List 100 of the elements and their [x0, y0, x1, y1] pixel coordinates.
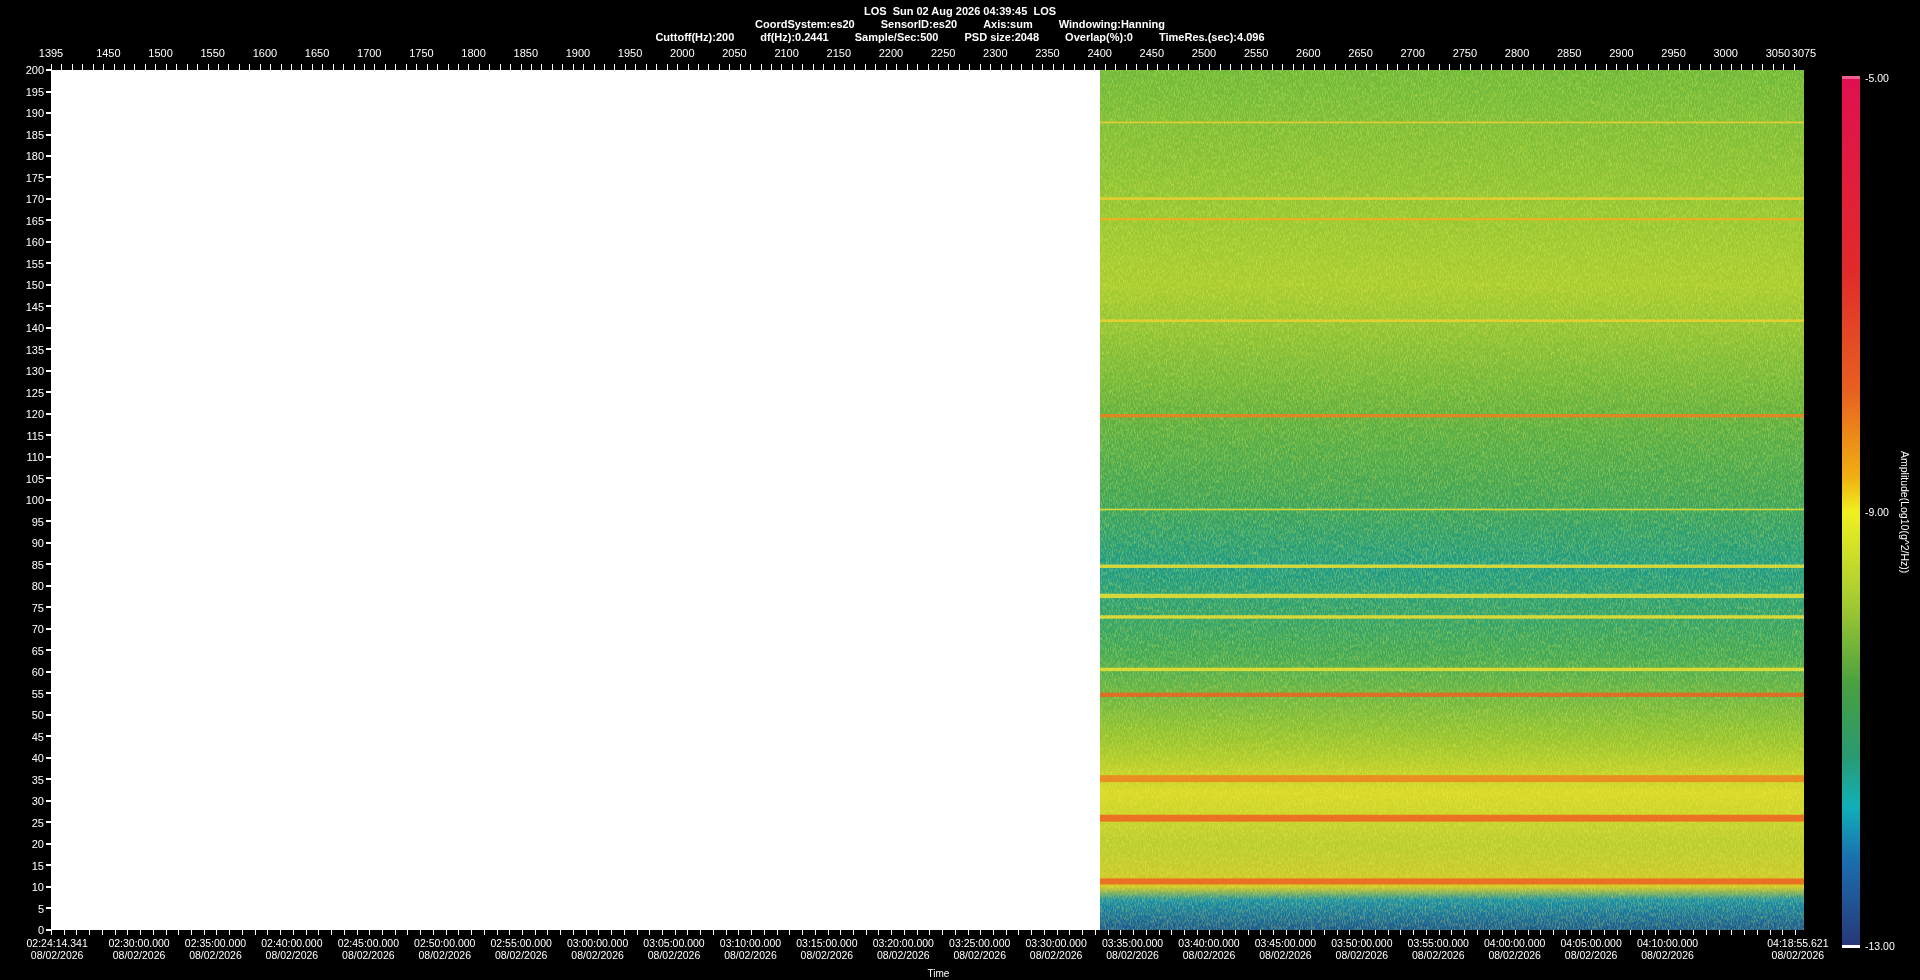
axis-tick-label: 2750 [1452, 47, 1478, 59]
axis-tick-label: 04:00:00.000 08/02/2026 [1484, 937, 1546, 961]
parameter-label: TimeRes.(sec):4.096 [1158, 31, 1265, 44]
axis-tick-label: 165 [25, 214, 44, 227]
axis-tick-label: 1650 [304, 47, 330, 59]
axis-tick-label: 1450 [96, 47, 121, 59]
axis-tick-label: 03:40:00.000 08/02/2026 [1178, 937, 1240, 961]
axis-tick-label: 1800 [461, 47, 486, 59]
parameter-label: Sample/Sec:500 [854, 31, 939, 44]
axis-tick-label: 55 [31, 687, 44, 700]
axis-tick-label: 02:45:00.000 08/02/2026 [337, 937, 399, 961]
axis-tick-label: 2450 [1139, 47, 1165, 59]
axis-tick-label: 15 [31, 859, 44, 872]
axis-tick-label: 195 [25, 85, 44, 98]
chart-title: LOS Sun 02 Aug 2026 04:39:45 LOS [863, 5, 1057, 18]
axis-tick-label: 02:55:00.000 08/02/2026 [490, 937, 552, 961]
axis-tick-label: 20 [31, 838, 44, 850]
axis-tick-label: 1700 [357, 47, 382, 59]
axis-tick-label: 2550 [1243, 47, 1269, 59]
axis-tick-label: 130 [25, 365, 44, 377]
axis-tick-label: 40 [31, 752, 44, 764]
parameter-label: Axis:sum [983, 18, 1033, 31]
axis-tick-label: 85 [31, 558, 44, 571]
axis-tick-label: 1500 [148, 47, 173, 59]
axis-tick-label: 145 [25, 300, 44, 313]
axis-tick-label: 5 [37, 902, 44, 915]
axis-title: Time [927, 968, 950, 979]
axis-tick-label: 2850 [1557, 47, 1582, 59]
axis-tick-label: 02:30:00.000 08/02/2026 [108, 937, 170, 961]
axis-tick-label: 2650 [1348, 47, 1373, 59]
axis-tick-label: 2150 [826, 47, 852, 59]
axis-tick-label: 120 [25, 408, 44, 420]
axis-tick-label: 3050 [1765, 47, 1791, 59]
axis-tick-label: 3000 [1713, 47, 1738, 59]
axis-tick-label: 1950 [617, 47, 643, 59]
axis-tick-label: 1900 [565, 47, 591, 59]
axis-tick-label: 175 [25, 171, 44, 184]
axis-tick-label: 2900 [1609, 47, 1634, 59]
axis-tick-label: 3075 [1791, 47, 1817, 59]
axis-tick-label: 04:10:00.000 08/02/2026 [1636, 937, 1699, 961]
axis-tick-label: 2350 [1035, 47, 1060, 59]
axis-tick-label: 155 [25, 257, 44, 270]
axis-tick-label: 2400 [1087, 47, 1112, 59]
axis-tick-label: 03:35:00.000 08/02/2026 [1101, 937, 1164, 961]
axis-tick-label: 45 [31, 730, 44, 743]
colorbar-mid-label: -9.00 [1865, 506, 1890, 518]
axis-tick-label: 03:25:00.000 08/02/2026 [949, 937, 1011, 961]
axis-tick-label: 70 [31, 623, 44, 635]
axis-tick-label: 03:05:00.000 08/02/2026 [643, 937, 705, 961]
colorbar-max-label: -5.00 [1865, 72, 1890, 84]
axis-tick-label: 200 [25, 64, 44, 76]
axis-tick-label: 2000 [670, 47, 695, 59]
axis-tick-label: 65 [31, 644, 44, 657]
axis-tick-label: 2950 [1661, 47, 1686, 59]
colorbar-title: Amplitude(Log10(g^2/Hz)) [1898, 450, 1911, 574]
parameter-label: Windowing:Hanning [1058, 18, 1165, 31]
axis-tick-label: 80 [31, 580, 44, 592]
axis-tick-label: 1750 [409, 47, 434, 59]
axis-tick-label: 190 [25, 107, 44, 119]
parameter-label: df(Hz):0.2441 [760, 31, 829, 44]
axis-tick-label: 02:24:14.341 08/02/2026 [26, 937, 88, 961]
axis-tick-label: 185 [25, 128, 44, 141]
axis-tick-label: 2700 [1400, 47, 1425, 59]
parameter-label: SensorID:es20 [880, 18, 958, 31]
axis-tick-label: 03:45:00.000 08/02/2026 [1254, 937, 1317, 961]
axis-tick-label: 100 [25, 494, 44, 506]
axis-tick-label: 50 [31, 709, 44, 721]
axis-tick-label: 03:10:00.000 08/02/2026 [719, 937, 782, 961]
axis-tick-label: 75 [31, 601, 44, 614]
axis-tick-label: 10 [31, 881, 44, 893]
axis-tick-label: 0 [37, 924, 44, 936]
axis-tick-label: 95 [31, 515, 44, 528]
axis-tick-label: 60 [31, 666, 44, 678]
axis-tick-label: 03:55:00.000 08/02/2026 [1407, 937, 1469, 961]
axis-tick-label: 2250 [930, 47, 956, 59]
axis-tick-label: 03:15:00.000 08/02/2026 [796, 937, 858, 961]
axis-tick-label: 170 [25, 193, 44, 205]
axis-tick-label: 03:30:00.000 08/02/2026 [1025, 937, 1087, 961]
axis-tick-label: 1550 [200, 47, 225, 59]
axis-tick-label: 35 [31, 773, 44, 786]
axis-tick-label: 110 [26, 451, 44, 463]
axis-tick-label: 2600 [1296, 47, 1321, 59]
colorbar-min-label: -13.00 [1865, 940, 1895, 952]
axis-tick-label: 1600 [252, 47, 278, 59]
axis-tick-label: 30 [31, 795, 44, 807]
parameter-label: PSD size:2048 [964, 31, 1040, 44]
axis-tick-label: 04:05:00.000 08/02/2026 [1560, 937, 1622, 961]
axis-tick-label: 02:50:00.000 08/02/2026 [414, 937, 476, 961]
parameter-label: Cuttoff(Hz):200 [655, 31, 735, 44]
axis-tick-label: 02:40:00.000 08/02/2026 [261, 937, 323, 961]
axis-tick-label: 105 [25, 472, 44, 485]
parameter-label: Overlap(%):0 [1065, 31, 1133, 44]
axis-tick-label: 04:18:55.621 08/02/2026 [1767, 937, 1829, 961]
axis-tick-label: 150 [25, 279, 44, 291]
axis-tick-label: 03:00:00.000 08/02/2026 [566, 937, 629, 961]
axis-tick-label: 02:35:00.000 08/02/2026 [184, 937, 247, 961]
axis-tick-label: 160 [25, 236, 44, 248]
axis-tick-label: 90 [31, 537, 44, 549]
axis-tick-label: 115 [26, 429, 44, 442]
axis-tick-label: 135 [25, 343, 44, 356]
